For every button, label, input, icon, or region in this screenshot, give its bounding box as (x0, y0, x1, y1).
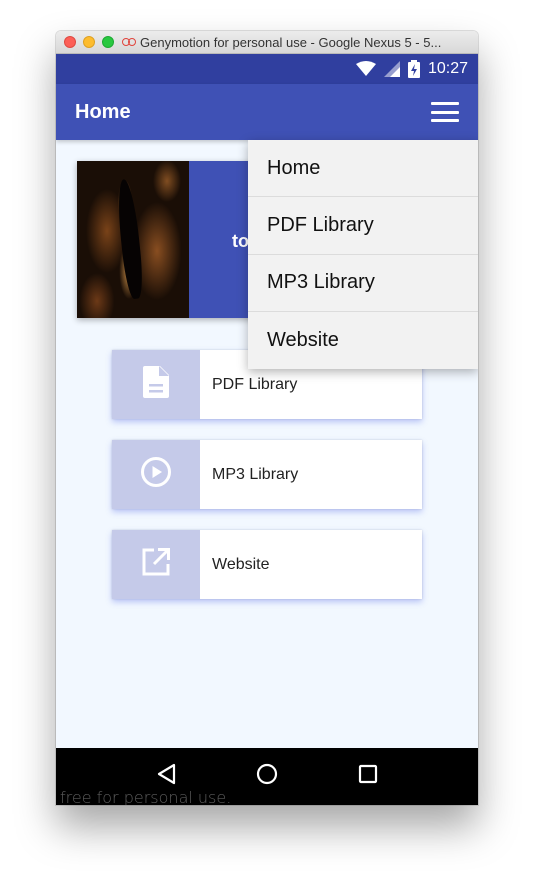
banner-photo (77, 161, 189, 318)
maximize-window-button[interactable] (102, 36, 114, 48)
website-card[interactable]: Website (112, 530, 422, 599)
card-label: MP3 Library (212, 465, 299, 483)
menu-item-home[interactable]: Home (248, 140, 478, 198)
wifi-icon (355, 61, 376, 77)
battery-charging-icon (407, 60, 420, 78)
genymotion-icon (122, 37, 136, 47)
signal-icon (383, 61, 400, 77)
banner-text: to (232, 231, 249, 251)
hamburger-menu-icon[interactable] (431, 102, 459, 122)
watermark-text: free for personal use. (60, 788, 232, 805)
window-titlebar: Genymotion for personal use - Google Nex… (56, 31, 478, 54)
window-title: Genymotion for personal use - Google Nex… (140, 34, 442, 50)
app-toolbar: Home (56, 84, 478, 140)
close-window-button[interactable] (64, 36, 76, 48)
card-label: Website (212, 555, 270, 573)
home-icon[interactable] (256, 763, 278, 790)
window-controls (64, 36, 114, 48)
menu-item-website[interactable]: Website (248, 312, 478, 369)
toolbar-title: Home (75, 100, 131, 123)
menu-item-mp3-library[interactable]: MP3 Library (248, 255, 478, 312)
menu-item-pdf-library[interactable]: PDF Library (248, 197, 478, 255)
play-circle-icon (140, 456, 172, 493)
document-icon (143, 366, 169, 403)
minimize-window-button[interactable] (83, 36, 95, 48)
open-external-icon (142, 548, 170, 581)
recents-icon[interactable] (358, 764, 378, 789)
status-clock: 10:27 (427, 60, 468, 77)
back-icon[interactable] (156, 763, 176, 790)
overflow-menu: Home PDF Library MP3 Library Website (248, 140, 478, 369)
status-bar: 10:27 (56, 54, 478, 84)
mp3-library-card[interactable]: MP3 Library (112, 440, 422, 509)
android-screen: 10:27 Home to PDF Library MP3 Library We… (56, 54, 478, 805)
emulator-window: Genymotion for personal use - Google Nex… (56, 31, 478, 805)
